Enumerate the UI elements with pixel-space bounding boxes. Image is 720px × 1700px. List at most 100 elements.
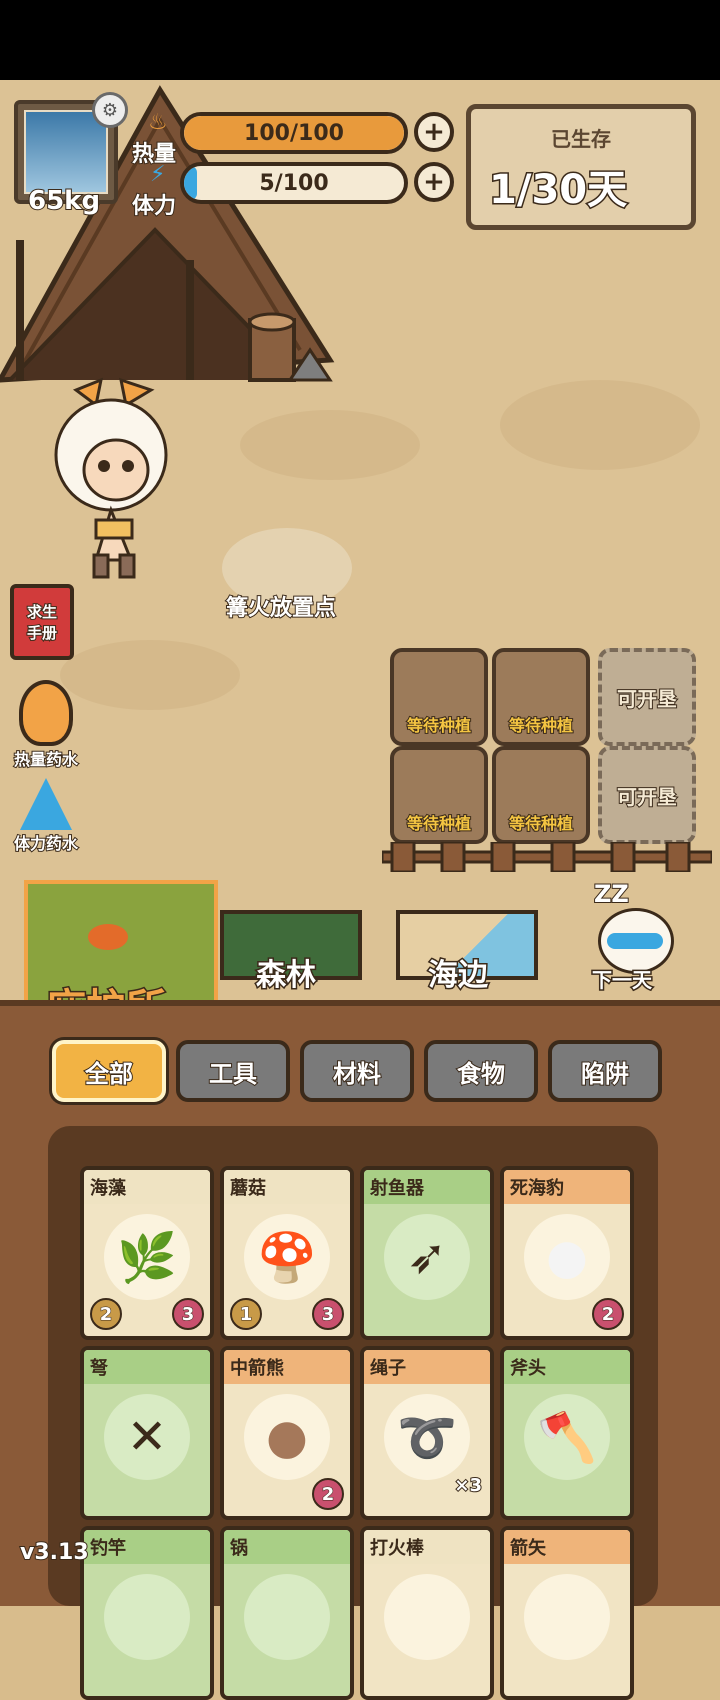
item-card[interactable]: 蘑菇 🍄 1 3: [220, 1166, 354, 1340]
farm-plot[interactable]: 等待种植: [492, 746, 590, 844]
pot-icon: [244, 1574, 330, 1660]
tab-2[interactable]: 材料: [300, 1040, 414, 1102]
farm-plot[interactable]: 等待种植: [492, 648, 590, 746]
stamina-value: 5/100: [259, 170, 329, 196]
arrow-icon: [524, 1574, 610, 1660]
item-name: 死海豹: [510, 1178, 564, 1199]
crossbow-icon: ✕: [104, 1394, 190, 1480]
heat-value: 100/100: [244, 120, 344, 146]
item-card[interactable]: 斧头 🪓: [500, 1346, 634, 1520]
avatar-image: [24, 110, 108, 194]
tab-4[interactable]: 陷阱: [548, 1040, 662, 1102]
forest-label: 森林: [255, 957, 318, 995]
farm-plot-label: 等待种植: [406, 715, 472, 736]
item-count-badge: 3: [312, 1298, 344, 1330]
potion-blue-icon: [20, 778, 72, 830]
tab-0[interactable]: 全部: [52, 1040, 166, 1102]
item-count-badge: 3: [172, 1298, 204, 1330]
stamina-label: 体力: [131, 193, 177, 220]
lightning-icon: ⚡: [150, 162, 166, 187]
add-heat-button[interactable]: +: [414, 112, 454, 152]
book-icon: 求生 手册: [10, 584, 74, 660]
item-card[interactable]: 绳子 ➰ ×3: [360, 1346, 494, 1520]
weight-readout: 65kg: [27, 185, 101, 217]
item-card[interactable]: 箭矢: [500, 1526, 634, 1700]
survival-handbook-button[interactable]: 求生 手册: [10, 584, 74, 660]
heat-icon: ♨: [148, 110, 168, 135]
speargun-icon: ➶: [384, 1214, 470, 1300]
ground-patch: [60, 640, 240, 710]
item-card[interactable]: 打火棒: [360, 1526, 494, 1700]
next-day-button[interactable]: ZZ 下一天: [584, 879, 684, 994]
campfire-label: 篝火放置点: [225, 595, 337, 622]
item-card[interactable]: 弩 ✕: [80, 1346, 214, 1520]
handbook-label-2: 手册: [26, 623, 58, 643]
item-name: 弩: [90, 1358, 108, 1379]
farm-plot-label: 可开垦: [616, 686, 678, 712]
tab-1[interactable]: 工具: [176, 1040, 290, 1102]
farm-plot[interactable]: 可开垦: [598, 746, 696, 844]
item-card[interactable]: 锅: [220, 1526, 354, 1700]
settings-gear-icon[interactable]: ⚙: [92, 92, 128, 128]
ground-patch: [500, 380, 700, 470]
status-bar: [0, 0, 720, 80]
add-stamina-button[interactable]: +: [414, 162, 454, 202]
survival-days: 1/30天: [487, 166, 628, 215]
item-quantity: ×3: [453, 1474, 483, 1497]
item-name: 箭矢: [510, 1538, 546, 1559]
farm-plot[interactable]: 等待种植: [390, 746, 488, 844]
item-name: 海藻: [90, 1178, 126, 1199]
firestarter-icon: [384, 1574, 470, 1660]
farm-plot[interactable]: 等待种植: [390, 648, 488, 746]
handbook-label-1: 求生: [26, 602, 58, 622]
survival-title: 已生存: [551, 127, 611, 151]
item-name: 中箭熊: [230, 1358, 284, 1379]
stamina-potion-label: 体力药水: [13, 833, 79, 854]
item-name: 斧头: [510, 1358, 546, 1379]
item-count-badge: 2: [312, 1478, 344, 1510]
item-name: 绳子: [370, 1358, 406, 1379]
item-name: 蘑菇: [230, 1178, 266, 1199]
stamina-bar: 5/100: [180, 162, 408, 204]
item-name: 钓竿: [90, 1538, 126, 1559]
fence: [382, 842, 712, 872]
sleep-icon: ZZ: [593, 879, 630, 909]
version-label: v3.13: [19, 1539, 90, 1566]
rope-icon: ➰: [384, 1394, 470, 1480]
item-card[interactable]: 中箭熊 ● 2: [220, 1346, 354, 1520]
campfire-icon: [88, 924, 128, 950]
heat-potion-button[interactable]: 热量药水: [6, 680, 86, 770]
farm-plot[interactable]: 可开垦: [598, 648, 696, 746]
potion-orange-icon: [19, 680, 73, 746]
survival-board: 已生存 1/30天: [466, 104, 696, 230]
mushroom-icon: 🍄: [244, 1214, 330, 1300]
bear-icon: ●: [244, 1394, 330, 1480]
axe-icon: 🪓: [524, 1394, 610, 1480]
ground-patch: [240, 410, 420, 480]
item-card[interactable]: 海藻 🌿 2 3: [80, 1166, 214, 1340]
item-card[interactable]: 钓竿: [80, 1526, 214, 1700]
rod-icon: [104, 1574, 190, 1660]
eye-mask: [607, 933, 663, 949]
seaside-label: 海边: [427, 957, 490, 995]
player-character[interactable]: [36, 370, 186, 580]
heat-bar: 100/100: [180, 112, 408, 154]
tab-3[interactable]: 食物: [424, 1040, 538, 1102]
item-left-badge: 2: [90, 1298, 122, 1330]
seal-icon: ●: [524, 1214, 610, 1300]
item-left-badge: 1: [230, 1298, 262, 1330]
farm-plot-label: 等待种植: [508, 813, 574, 834]
farm-plot-label: 可开垦: [616, 784, 678, 810]
farm-plot-label: 等待种植: [508, 715, 574, 736]
item-name: 射鱼器: [370, 1178, 424, 1199]
item-count-badge: 2: [592, 1298, 624, 1330]
farm-plot-label: 等待种植: [406, 813, 472, 834]
stamina-potion-button[interactable]: 体力药水: [6, 778, 86, 854]
next-day-label: 下一天: [591, 967, 654, 994]
item-card[interactable]: 射鱼器 ➶: [360, 1166, 494, 1340]
item-name: 打火棒: [370, 1538, 424, 1559]
seaweed-icon: 🌿: [104, 1214, 190, 1300]
item-name: 锅: [230, 1538, 248, 1559]
item-card[interactable]: 死海豹 ● 2: [500, 1166, 634, 1340]
heat-potion-label: 热量药水: [13, 749, 79, 770]
